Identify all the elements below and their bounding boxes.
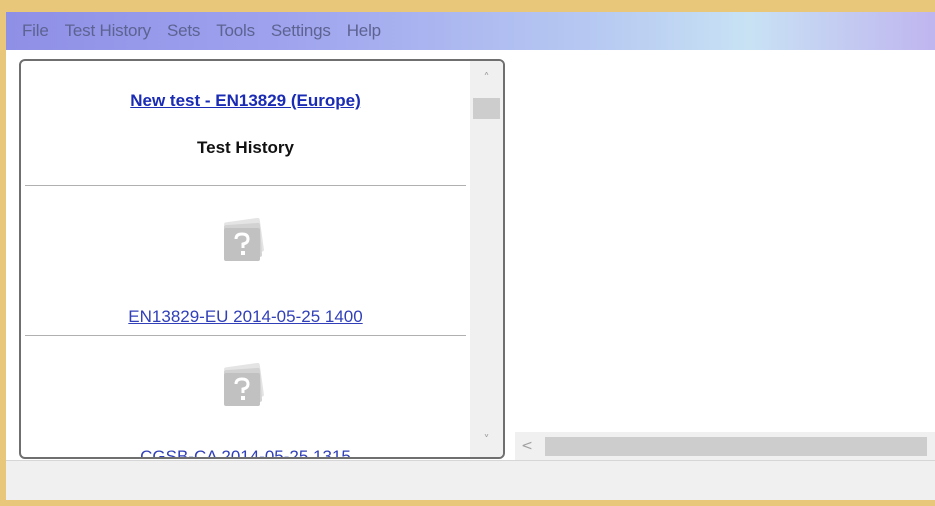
- history-entry-link[interactable]: CGSB-CA 2014-05-25 1315: [21, 447, 470, 457]
- app-window: File Test History Sets Tools Settings He…: [6, 12, 935, 500]
- unknown-file-icon[interactable]: [217, 217, 267, 264]
- divider: [25, 335, 466, 336]
- menu-bar: File Test History Sets Tools Settings He…: [6, 12, 935, 50]
- menu-help[interactable]: Help: [347, 21, 381, 41]
- divider: [25, 185, 466, 186]
- vertical-scrollbar[interactable]: ˄ ˅: [470, 61, 503, 457]
- test-history-heading: Test History: [197, 138, 294, 157]
- status-bar: [6, 460, 935, 500]
- scroll-down-arrow-icon[interactable]: ˅: [470, 429, 503, 451]
- test-list-panel: New test - EN13829 (Europe) Test History…: [19, 59, 505, 459]
- menu-tools[interactable]: Tools: [216, 21, 255, 41]
- test-list: New test - EN13829 (Europe) Test History…: [21, 61, 470, 457]
- new-test-link[interactable]: New test - EN13829 (Europe): [21, 91, 470, 111]
- unknown-file-icon[interactable]: [217, 362, 267, 409]
- history-entry-link[interactable]: EN13829-EU 2014-05-25 1400: [21, 307, 470, 327]
- horizontal-scrollbar[interactable]: <: [515, 432, 935, 460]
- menu-sets[interactable]: Sets: [167, 21, 200, 41]
- horizontal-scroll-thumb[interactable]: [545, 437, 927, 456]
- scroll-up-arrow-icon[interactable]: ˄: [470, 67, 503, 89]
- vertical-scroll-thumb[interactable]: [473, 98, 500, 119]
- menu-settings[interactable]: Settings: [271, 21, 331, 41]
- menu-test-history[interactable]: Test History: [65, 21, 152, 41]
- scroll-left-arrow-icon[interactable]: <: [515, 432, 539, 460]
- main-content: New test - EN13829 (Europe) Test History…: [6, 50, 935, 460]
- menu-file[interactable]: File: [22, 21, 49, 41]
